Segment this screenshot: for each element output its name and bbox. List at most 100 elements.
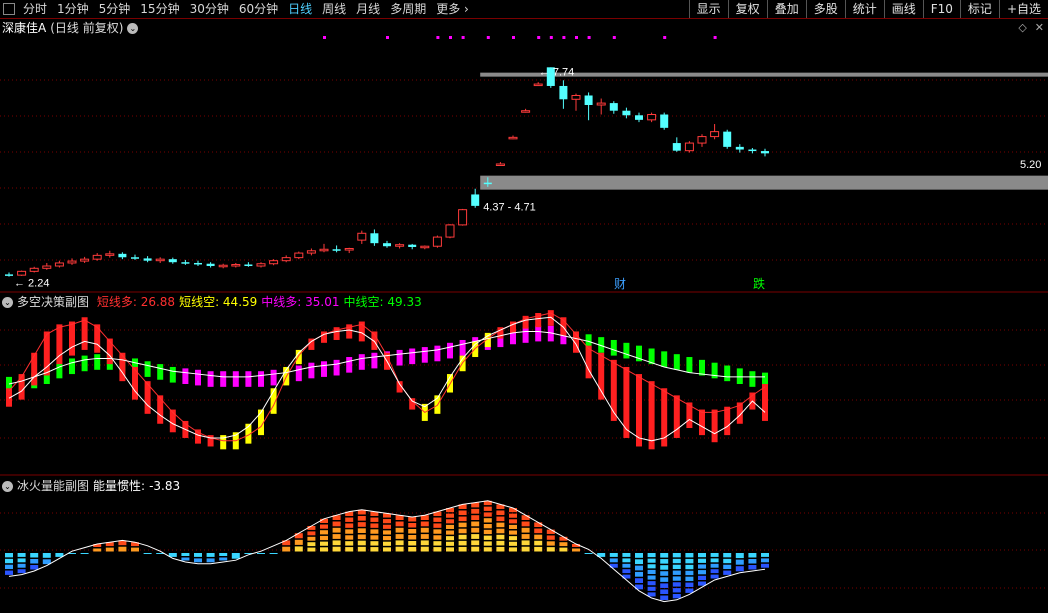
toolbar-button[interactable]: F10	[922, 0, 960, 18]
candle-body	[445, 224, 455, 238]
candle-body	[256, 263, 266, 267]
fire-energy-segment	[483, 518, 492, 523]
toolbar-button[interactable]: 复权	[727, 0, 767, 18]
diamond-icon[interactable]: ◇	[1018, 21, 1026, 34]
ice-energy-segment	[609, 558, 618, 563]
mid-term-bar	[94, 354, 101, 370]
ice-energy-segment	[748, 553, 757, 558]
indicator-value: 35.01	[301, 295, 340, 309]
ice-energy-segment	[672, 564, 681, 570]
ice-energy-segment	[17, 553, 26, 557]
candle-body	[495, 163, 505, 166]
period-tab[interactable]: 1分钟	[52, 0, 94, 18]
mid-term-bar	[421, 347, 428, 363]
sub1-title: ⌄ 多空决策副图 短线多: 26.88 短线空: 44.59 中线多: 35.01 中线…	[2, 295, 426, 309]
signal-dot	[663, 36, 667, 39]
close-icon[interactable]: ✕	[1035, 21, 1044, 34]
ice-energy-segment	[698, 575, 706, 580]
toolbar-button[interactable]: +自选	[998, 0, 1048, 18]
ice-energy-segment	[584, 553, 593, 554]
period-tab[interactable]: 多周期	[385, 0, 431, 18]
candle-body	[723, 131, 732, 147]
candle-body	[105, 253, 115, 256]
ice-energy-segment	[231, 553, 240, 559]
ice-energy-segment	[672, 558, 681, 564]
fire-energy-segment	[496, 546, 505, 552]
period-tab[interactable]: 更多 ›	[431, 0, 474, 18]
period-tab[interactable]: 周线	[317, 0, 351, 18]
candle-body	[483, 182, 492, 185]
mid-term-bar	[207, 371, 214, 387]
period-tab[interactable]: 30分钟	[185, 0, 234, 18]
fire-energy-segment	[509, 541, 517, 546]
fire-energy-segment	[483, 535, 492, 540]
ice-energy-segment	[761, 563, 769, 568]
period-tab[interactable]: 60分钟	[234, 0, 283, 18]
period-tab[interactable]: 分时	[18, 0, 52, 18]
short-term-bar	[711, 409, 718, 443]
period-tab[interactable]: 15分钟	[135, 0, 184, 18]
fire-energy-segment	[332, 527, 341, 533]
chevron-down-icon[interactable]: ⌄	[127, 23, 139, 34]
short-term-bar	[94, 324, 101, 353]
fire-energy-segment	[534, 534, 543, 540]
signal-dot	[575, 36, 578, 39]
fire-energy-segment	[357, 534, 366, 540]
indicator-label: 短线空:	[179, 295, 220, 309]
candle-body	[408, 244, 417, 247]
mid-term-bar	[144, 361, 151, 377]
fire-energy-segment	[471, 546, 480, 552]
fire-energy-segment	[408, 517, 417, 522]
last-price-label: 5.20	[1020, 159, 1041, 171]
fire-energy-segment	[345, 517, 354, 522]
ice-energy-segment	[748, 559, 757, 564]
candle-body	[294, 252, 304, 259]
chevron-down-icon[interactable]: ⌄	[2, 481, 13, 492]
fire-energy-segment	[446, 547, 454, 552]
fire-energy-segment	[408, 535, 417, 540]
ice-energy-segment	[206, 553, 215, 557]
fire-energy-segment	[471, 527, 480, 533]
toolbar-button[interactable]: 统计	[844, 0, 884, 18]
ice-energy-segment	[647, 553, 656, 558]
fire-energy-segment	[320, 524, 328, 529]
candle-body	[559, 85, 568, 100]
candle-body	[269, 260, 279, 265]
fire-energy-segment	[370, 529, 379, 534]
candle-body	[281, 257, 291, 262]
toolbar-button[interactable]: 画线	[883, 0, 923, 18]
fire-energy-segment	[395, 521, 404, 527]
indicator-label: 中线多:	[261, 295, 302, 309]
indicator-value: 26.88	[136, 295, 176, 309]
ice-energy-segment	[685, 558, 694, 564]
candle-body	[622, 110, 631, 116]
panel-toggle-icon[interactable]	[3, 3, 15, 15]
candle-body	[67, 260, 77, 264]
candle-body	[672, 143, 681, 151]
fire-energy-segment	[509, 536, 517, 541]
mid-term-bar	[258, 371, 264, 387]
fire-energy-segment	[534, 540, 543, 546]
fire-energy-segment	[509, 547, 517, 552]
fire-energy-segment	[294, 546, 303, 552]
chevron-down-icon[interactable]: ⌄	[2, 297, 13, 308]
ice-energy-segment	[17, 558, 26, 563]
candle-body	[118, 253, 127, 258]
toolbar-button[interactable]: 叠加	[766, 0, 806, 18]
fire-energy-segment	[345, 547, 354, 552]
period-tab[interactable]: 5分钟	[94, 0, 136, 18]
indicator-value: 49.33	[383, 295, 422, 309]
toolbar-button[interactable]: 多股	[805, 0, 845, 18]
fire-energy-segment	[345, 535, 354, 540]
period-tab[interactable]: 日线	[283, 0, 317, 18]
ice-energy-segment	[622, 558, 631, 563]
mid-term-bar	[673, 354, 680, 370]
fire-energy-segment	[509, 530, 517, 535]
mid-term-bar	[308, 362, 315, 379]
period-tab[interactable]: 月线	[351, 0, 385, 18]
toolbar-button[interactable]: 显示	[688, 0, 728, 18]
short-term-bar	[18, 374, 25, 400]
candle-body	[395, 244, 405, 247]
toolbar-button[interactable]: 标记	[959, 0, 999, 18]
fire-energy-segment	[383, 541, 391, 546]
